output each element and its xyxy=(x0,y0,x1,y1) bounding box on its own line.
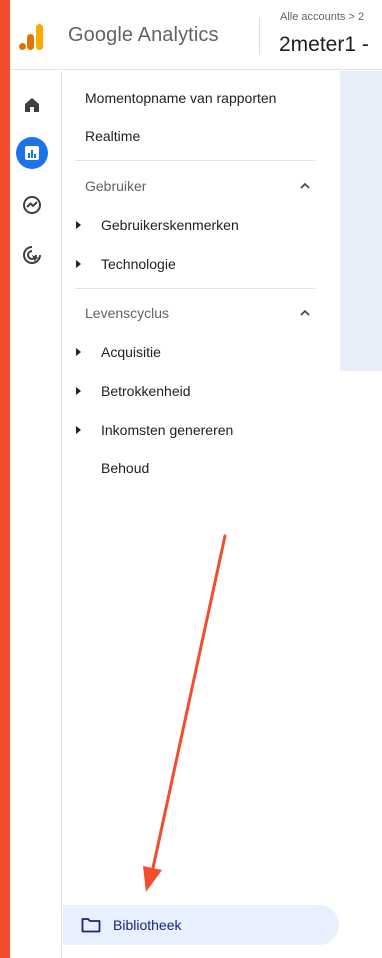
caret-right-icon xyxy=(76,260,81,268)
section-label: Levenscyclus xyxy=(85,305,170,321)
nav-item-label: Gebruikerskenmerken xyxy=(101,217,239,233)
nav-item-label: Behoud xyxy=(101,460,150,476)
library-button[interactable]: Bibliotheek xyxy=(63,905,339,945)
nav-reports-snapshot[interactable]: Momentopname van rapporten xyxy=(63,80,340,116)
nav-divider xyxy=(75,160,315,161)
folder-icon xyxy=(81,918,101,933)
library-label: Bibliotheek xyxy=(113,917,182,933)
home-icon xyxy=(25,98,39,112)
nav-item-label: Momentopname van rapporten xyxy=(85,90,277,106)
reports-icon xyxy=(25,146,39,160)
chevron-up-icon xyxy=(300,309,310,316)
rail-reports-button[interactable] xyxy=(16,137,48,169)
nav-acquisition[interactable]: Acquisitie xyxy=(63,334,340,370)
rail-explore-button[interactable] xyxy=(16,189,48,221)
explore-icon xyxy=(23,196,41,214)
nav-realtime[interactable]: Realtime xyxy=(63,118,340,154)
nav-monetization[interactable]: Inkomsten genereren xyxy=(63,412,340,448)
nav-item-label: Technologie xyxy=(101,256,176,272)
breadcrumb[interactable]: Alle accounts > 2 xyxy=(280,11,364,23)
nav-item-label: Acquisitie xyxy=(101,344,161,360)
google-analytics-logo-icon[interactable] xyxy=(18,22,46,52)
nav-item-label: Inkomsten genereren xyxy=(101,422,234,438)
header-divider xyxy=(259,18,260,54)
nav-item-label: Realtime xyxy=(85,128,141,144)
nav-user-attributes[interactable]: Gebruikerskenmerken xyxy=(63,207,340,243)
section-label: Gebruiker xyxy=(85,178,147,194)
caret-right-icon xyxy=(76,387,81,395)
advertising-icon xyxy=(23,246,41,264)
top-bar: Google Analytics Alle accounts > 2 2mete… xyxy=(10,0,382,70)
chevron-up-icon xyxy=(300,182,310,189)
section-user-header[interactable]: Gebruiker xyxy=(63,168,340,204)
caret-right-icon xyxy=(76,221,81,229)
rail-advertising-button[interactable] xyxy=(16,239,48,271)
account-selector[interactable]: 2meter1 - xyxy=(279,33,369,57)
reports-nav-panel: Momentopname van rapporten Realtime Gebr… xyxy=(63,71,340,958)
report-content-lower xyxy=(340,371,382,958)
report-content-area xyxy=(340,71,382,371)
nav-technology[interactable]: Technologie xyxy=(63,246,340,282)
nav-item-label: Betrokkenheid xyxy=(101,383,191,399)
nav-rail xyxy=(10,71,62,958)
nav-engagement[interactable]: Betrokkenheid xyxy=(63,373,340,409)
section-lifecycle-header[interactable]: Levenscyclus xyxy=(63,295,340,331)
nav-divider xyxy=(75,288,315,289)
analytics-window: Google Analytics Alle accounts > 2 2mete… xyxy=(10,0,382,958)
caret-right-icon xyxy=(76,426,81,434)
product-name[interactable]: Google Analytics xyxy=(68,24,219,47)
caret-right-icon xyxy=(76,348,81,356)
rail-home-button[interactable] xyxy=(16,89,48,121)
nav-retention[interactable]: Behoud xyxy=(63,450,340,486)
